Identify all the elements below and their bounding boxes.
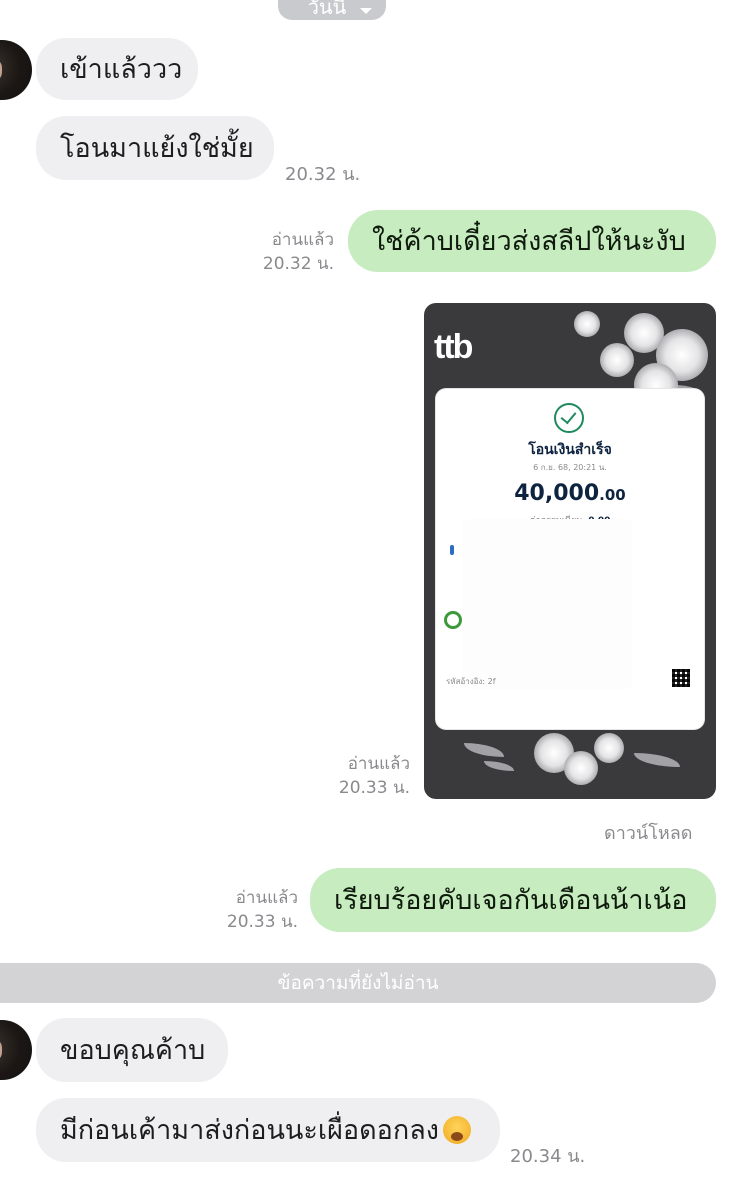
leaf-decoration [634, 753, 680, 767]
message-text: ขอบคุณค้าบ [60, 1034, 206, 1066]
amount-decimal: .00 [599, 486, 626, 504]
slip-title: โอนเงินสำเร็จ [528, 442, 612, 458]
check-circle-icon [554, 403, 584, 433]
message-meta: อ่านแล้ว 20.33 น. [214, 886, 298, 934]
avatar[interactable] [0, 1020, 32, 1080]
slip-amount: 40,000.00 [436, 481, 704, 506]
message-time: 20.33 น. [338, 778, 410, 798]
qr-code-icon [672, 669, 690, 687]
message-text: มีก่อนเค้ามาส่งก่อนนะเผื่อดอกลง [60, 1114, 439, 1146]
message-time: 20.33 น. [226, 912, 298, 932]
slip-date: 6 ก.ย. 68, 20:21 น. [533, 463, 607, 472]
message-time: 20.32 น. [262, 254, 334, 274]
redacted-area [462, 519, 632, 689]
leaf-decoration [484, 761, 514, 771]
flower-decoration [574, 311, 600, 337]
message-bubble-incoming[interactable]: เข้าแล้ววว [36, 38, 198, 100]
bank-icon [450, 545, 454, 555]
message-text: ใช่ค้าบเดี๋ยวส่งสลีปให้นะงับ [372, 225, 686, 257]
unread-separator: ข้อความที่ยังไม่อ่าน [0, 963, 716, 1003]
read-receipt: อ่านแล้ว [271, 230, 334, 250]
message-bubble-outgoing[interactable]: เรียบร้อยคับเจอกันเดือนน้าเน้อ [310, 868, 716, 932]
message-time: 20.32 น. [285, 164, 361, 185]
message-bubble-incoming[interactable]: โอนมาแย้งใช่มั้ย [36, 116, 274, 180]
slip-card: โอนเงินสำเร็จ 6 ก.ย. 68, 20:21 น. 40,000… [436, 389, 704, 729]
slip-ref: รหัสอ้างอิง: 2f [446, 677, 496, 686]
download-link[interactable]: ดาวน์โหลด [604, 818, 692, 847]
read-receipt: อ่านแล้ว [347, 754, 410, 774]
avatar[interactable] [0, 40, 32, 100]
message-time: 20.34 น. [510, 1146, 586, 1167]
message-bubble-incoming[interactable]: ขอบคุณค้าบ [36, 1018, 228, 1082]
message-meta: อ่านแล้ว 20.33 น. [330, 752, 410, 800]
message-text: เข้าแล้ววว [60, 53, 183, 85]
transfer-slip-image[interactable]: ttb โอนเงินสำเร็จ 6 ก.ย. 68, 20:21 น. 40… [424, 303, 716, 799]
date-pill-label: วันนี้ [307, 0, 347, 19]
message-meta: อ่านแล้ว 20.32 น. [250, 228, 334, 276]
flower-decoration [594, 733, 624, 763]
message-bubble-incoming[interactable]: มีก่อนเค้ามาส่งก่อนนะเผื่อดอกลง [36, 1098, 500, 1162]
message-text: เรียบร้อยคับเจอกันเดือนน้าเน้อ [334, 884, 688, 916]
message-text: โอนมาแย้งใช่มั้ย [60, 132, 254, 164]
flower-decoration [600, 343, 634, 377]
chevron-down-icon [360, 8, 372, 14]
bank-logo-icon [444, 611, 462, 629]
amount-main: 40,000 [514, 481, 600, 506]
ttb-logo: ttb [434, 328, 473, 366]
read-receipt: อ่านแล้ว [235, 888, 298, 908]
hand-over-mouth-emoji-icon [442, 1116, 471, 1144]
flower-decoration [564, 751, 598, 785]
date-pill[interactable]: วันนี้ [278, 0, 386, 20]
message-bubble-outgoing[interactable]: ใช่ค้าบเดี๋ยวส่งสลีปให้นะงับ [348, 210, 716, 272]
leaf-decoration [464, 743, 504, 757]
